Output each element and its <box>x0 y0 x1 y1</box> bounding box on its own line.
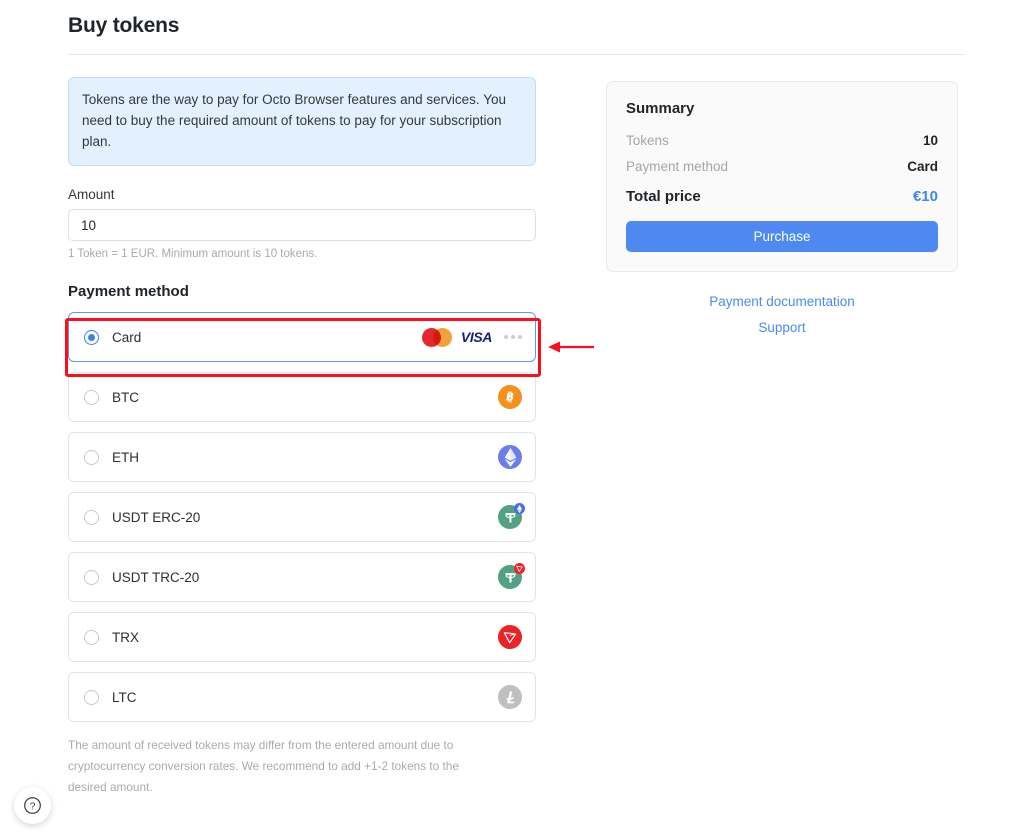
bitcoin-icon: B <box>498 385 522 409</box>
radio-card[interactable] <box>84 329 99 345</box>
amount-hint: 1 Token = 1 EUR. Minimum amount is 10 to… <box>68 248 318 260</box>
right-column: Summary Tokens 10 Payment method Card To… <box>606 77 958 346</box>
summary-row-tokens: Tokens 10 <box>626 133 938 148</box>
content-columns: Tokens are the way to pay for Octo Brows… <box>68 77 965 798</box>
ethereum-badge-icon <box>514 503 525 514</box>
summary-links: Payment documentation Support <box>606 294 958 335</box>
payment-option-btc[interactable]: BTC B <box>68 372 536 422</box>
conversion-footnote: The amount of received tokens may differ… <box>68 738 459 794</box>
payment-option-card[interactable]: Card VISA <box>68 312 536 362</box>
card-brands: VISA <box>421 327 522 347</box>
payment-option-usdt-erc20[interactable]: USDT ERC-20 <box>68 492 536 542</box>
info-banner: Tokens are the way to pay for Octo Brows… <box>68 77 536 166</box>
tether-erc20-icon <box>498 503 525 529</box>
radio-ltc[interactable] <box>84 689 99 705</box>
mastercard-icon <box>421 327 452 347</box>
support-link[interactable]: Support <box>606 320 958 335</box>
page-title: Buy tokens <box>68 14 180 37</box>
payment-option-label: ETH <box>112 449 139 465</box>
svg-text:B: B <box>506 392 514 404</box>
summary-row-payment-method: Payment method Card <box>626 159 938 174</box>
visa-icon: VISA <box>460 329 492 345</box>
total-price-label: Total price <box>626 188 701 205</box>
payment-option-eth[interactable]: ETH <box>68 432 536 482</box>
radio-btc[interactable] <box>84 389 99 405</box>
payment-option-label: USDT ERC-20 <box>112 509 201 525</box>
amount-input[interactable] <box>68 209 536 241</box>
payment-option-label: TRX <box>112 629 139 645</box>
payment-option-usdt-trc20[interactable]: USDT TRC-20 <box>68 552 536 602</box>
payment-method-title: Payment method <box>68 283 189 300</box>
radio-usdt-trc20[interactable] <box>84 569 99 585</box>
radio-usdt-erc20[interactable] <box>84 509 99 525</box>
summary-value: 10 <box>922 133 938 148</box>
ethereum-icon <box>498 445 522 469</box>
amount-label: Amount <box>68 187 115 202</box>
help-button[interactable]: ? <box>14 787 51 824</box>
summary-card: Summary Tokens 10 Payment method Card To… <box>606 81 958 272</box>
tron-badge-icon <box>514 563 525 574</box>
more-brands-icon <box>504 335 522 339</box>
payment-option-label: USDT TRC-20 <box>112 569 200 585</box>
litecoin-icon <box>498 685 522 709</box>
total-price-value: €10 <box>912 188 938 205</box>
question-mark-icon: ? <box>24 797 41 814</box>
radio-trx[interactable] <box>84 629 99 645</box>
summary-key: Tokens <box>626 133 669 148</box>
radio-eth[interactable] <box>84 449 99 465</box>
tether-trc20-icon <box>498 563 525 589</box>
payment-option-ltc[interactable]: LTC <box>68 672 536 722</box>
payment-option-label: LTC <box>112 689 137 705</box>
summary-title: Summary <box>626 100 695 117</box>
payment-option-card-wrap: Card VISA <box>68 312 536 362</box>
svg-text:?: ? <box>30 802 36 813</box>
buy-tokens-page: Buy tokens Tokens are the way to pay for… <box>0 0 1029 798</box>
title-divider <box>68 54 965 55</box>
summary-key: Payment method <box>626 159 729 174</box>
tron-icon <box>498 625 522 649</box>
purchase-button[interactable]: Purchase <box>626 221 938 252</box>
payment-method-list: Card VISA BTC B ETH USDT ERC-20 USDT TRC… <box>68 312 536 722</box>
payment-option-trx[interactable]: TRX <box>68 612 536 662</box>
summary-row-total: Total price €10 <box>626 188 938 205</box>
payment-option-label: BTC <box>112 389 139 405</box>
payment-option-label: Card <box>112 329 142 345</box>
summary-value: Card <box>907 159 938 174</box>
left-column: Tokens are the way to pay for Octo Brows… <box>68 77 536 798</box>
payment-documentation-link[interactable]: Payment documentation <box>606 294 958 309</box>
